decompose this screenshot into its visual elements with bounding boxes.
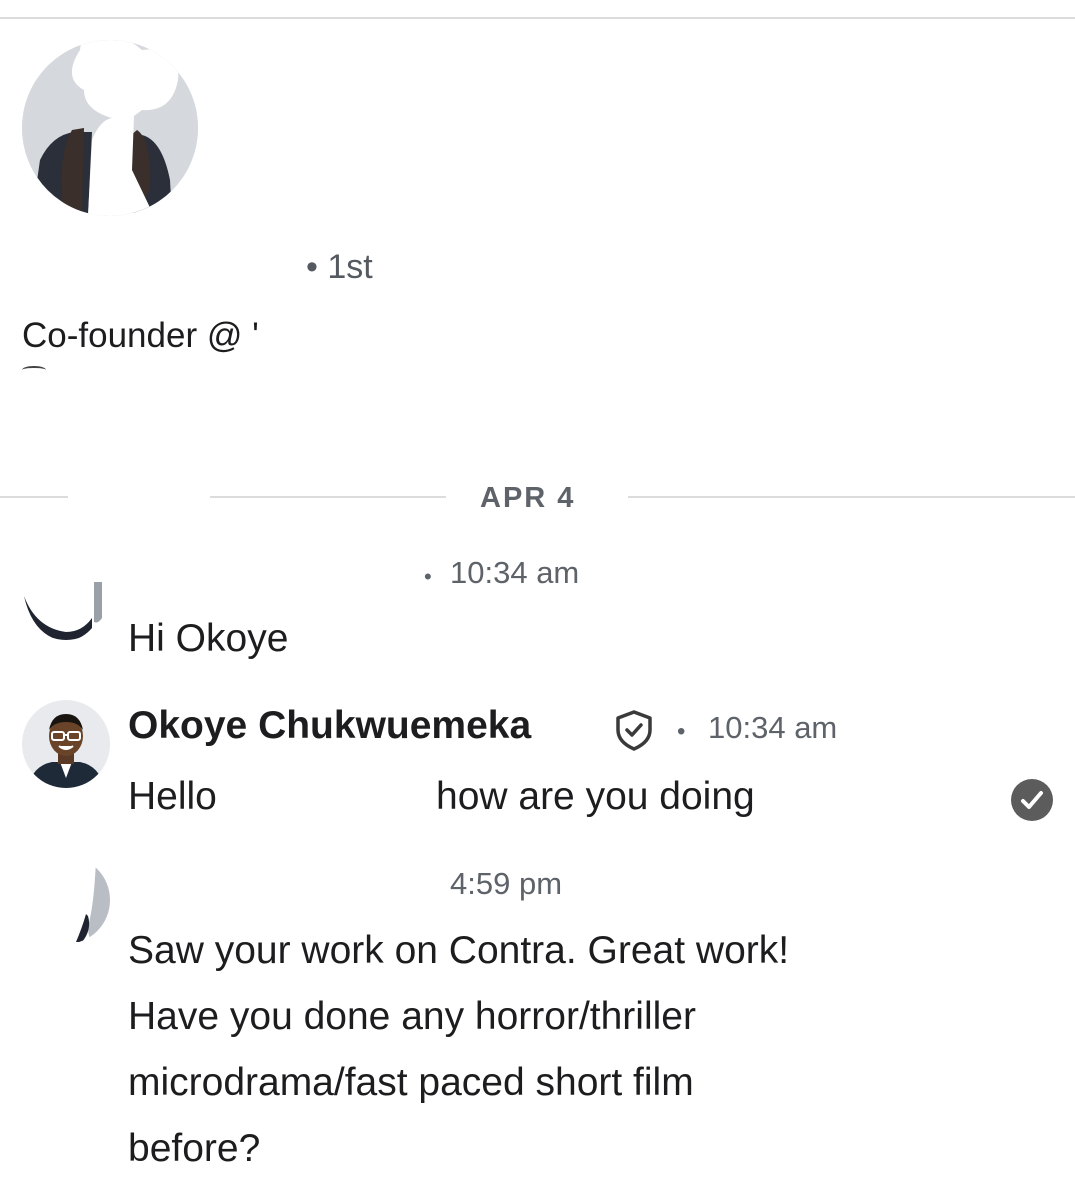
date-divider-left xyxy=(210,496,446,498)
separator-dot: • xyxy=(677,718,686,745)
date-divider-right xyxy=(628,496,1075,498)
message-timestamp: 10:34 am xyxy=(708,710,838,745)
redacted-text-fragment xyxy=(22,366,46,374)
message-timestamp: 10:34 am xyxy=(450,555,580,590)
verified-shield-icon xyxy=(616,710,652,751)
message-avatar[interactable] xyxy=(22,552,110,640)
message-text-start: Hello xyxy=(128,775,217,818)
top-divider xyxy=(0,17,1075,19)
sender-avatar[interactable] xyxy=(22,700,110,788)
date-separator: APR 4 xyxy=(480,482,576,514)
message-timestamp: 4:59 pm xyxy=(450,866,563,901)
profile-headline: Co-founder @ ' xyxy=(22,316,259,355)
message-text-end: how are you doing xyxy=(436,775,755,818)
read-receipt-check-icon xyxy=(1011,779,1053,821)
sender-name[interactable]: Okoye Chukwuemeka xyxy=(128,704,531,748)
message-line: before? xyxy=(128,1127,261,1170)
message-line: Have you done any horror/thriller xyxy=(128,995,696,1038)
date-divider-left-edge xyxy=(0,496,68,498)
profile-avatar[interactable] xyxy=(22,40,198,216)
connection-degree: • 1st xyxy=(306,248,373,286)
message-text: Hi Okoye xyxy=(128,617,289,660)
message-line: Saw your work on Contra. Great work! xyxy=(128,929,790,972)
message-line: microdrama/fast paced short film xyxy=(128,1061,694,1104)
message-avatar[interactable] xyxy=(22,856,110,944)
separator-dot: • xyxy=(424,564,432,589)
